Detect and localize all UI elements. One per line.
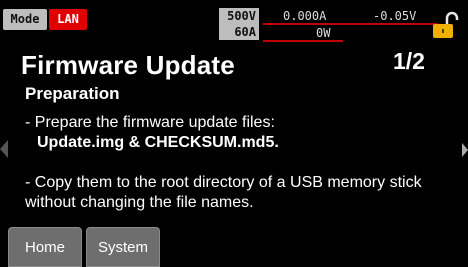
measurement-divider [263, 40, 343, 42]
instruction-step-1: - Prepare the firmware update files: [25, 114, 275, 131]
voltage-setting: 500V [219, 8, 259, 24]
padlock-unlocked-icon[interactable] [430, 10, 460, 40]
measured-current: 0.000A [283, 9, 327, 23]
current-setting: 60A [219, 24, 259, 40]
instruction-step-2: - Copy them to the root directory of a U… [25, 174, 422, 211]
measured-power: 0W [316, 26, 331, 40]
firmware-file-names: Update.img & CHECKSUM.md5. [37, 134, 279, 151]
page-indicator: 1/2 [393, 48, 425, 74]
section-heading: Preparation [25, 84, 120, 103]
next-page-arrow-icon[interactable] [462, 143, 468, 157]
page-title: Firmware Update [21, 50, 235, 80]
mode-button[interactable]: Mode [3, 9, 47, 30]
previous-page-arrow-icon[interactable] [0, 140, 8, 158]
measured-voltage: -0.05V [373, 9, 417, 23]
tab-home[interactable]: Home [8, 227, 82, 267]
measurement-divider [263, 23, 438, 25]
tab-system[interactable]: System [86, 227, 160, 267]
lan-status-badge: LAN [49, 9, 87, 30]
